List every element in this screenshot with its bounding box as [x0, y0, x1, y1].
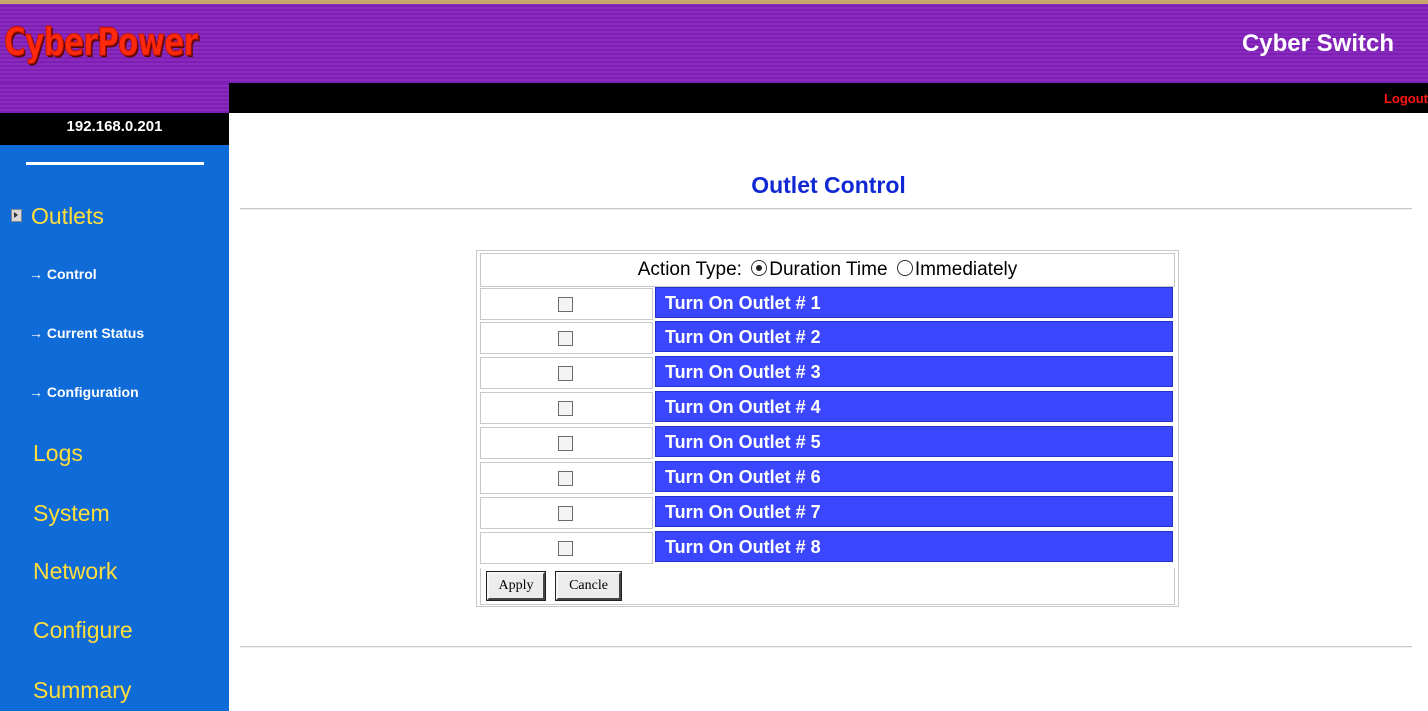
outlet-checkbox-cell: [480, 462, 653, 494]
active-item-arrow-icon: [11, 209, 22, 222]
outlet-1-checkbox[interactable]: [558, 297, 573, 312]
title-divider: [240, 208, 1412, 210]
page-title: Outlet Control: [751, 172, 906, 198]
top-header-bar: [0, 0, 1428, 83]
cancel-button[interactable]: Cancle: [555, 571, 622, 601]
outlet-checkbox-cell: [480, 497, 653, 529]
outlet-5-label: Turn On Outlet # 5: [655, 426, 1173, 457]
outlet-5-checkbox[interactable]: [558, 436, 573, 451]
outlet-7-checkbox[interactable]: [558, 506, 573, 521]
action-type-row: Action Type: Duration Time Immediately: [480, 253, 1175, 287]
sidebar-item-network[interactable]: Network: [33, 558, 117, 585]
outlet-2-label: Turn On Outlet # 2: [655, 321, 1173, 352]
outlet-4-checkbox[interactable]: [558, 401, 573, 416]
outlet-3-label: Turn On Outlet # 3: [655, 356, 1173, 387]
outlet-4-label: Turn On Outlet # 4: [655, 391, 1173, 422]
app-title: Cyber Switch: [1241, 30, 1394, 57]
outlet-checkbox-cell: [480, 427, 653, 459]
sidebar-item-logs[interactable]: Logs: [33, 440, 83, 467]
outlet-checkbox-cell: [480, 288, 653, 320]
immediately-label[interactable]: Immediately: [915, 259, 1017, 280]
top-black-bar: [229, 83, 1428, 113]
outlet-2-checkbox[interactable]: [558, 331, 573, 346]
outlet-checkbox-cell: [480, 357, 653, 389]
sidebar-divider: [26, 162, 204, 165]
apply-button[interactable]: Apply: [486, 571, 546, 601]
immediately-radio[interactable]: [896, 260, 913, 276]
sidebar-item-current-status[interactable]: → Current Status: [29, 325, 144, 341]
duration-time-radio[interactable]: [751, 260, 768, 276]
outlet-8-label: Turn On Outlet # 8: [655, 531, 1173, 562]
sidebar-header-strip: [0, 83, 229, 113]
outlet-6-label: Turn On Outlet # 6: [655, 461, 1173, 492]
outlet-3-checkbox[interactable]: [558, 366, 573, 381]
outlet-1-label: Turn On Outlet # 1: [655, 287, 1173, 318]
logout-link[interactable]: Logout: [1384, 91, 1428, 106]
device-ip-address: 192.168.0.201: [0, 113, 229, 145]
outlet-6-checkbox[interactable]: [558, 471, 573, 486]
outlet-checkbox-cell: [480, 532, 653, 564]
sidebar-item-configure[interactable]: Configure: [33, 617, 133, 644]
cyberpower-logo: CyberPower: [4, 20, 199, 65]
outlet-checkbox-cell: [480, 392, 653, 424]
sidebar-item-summary[interactable]: Summary: [33, 677, 131, 704]
sidebar-item-system[interactable]: System: [33, 500, 110, 527]
outlet-checkbox-cell: [480, 322, 653, 354]
bottom-divider: [240, 646, 1412, 648]
header-top-edge: [0, 0, 1428, 4]
sidebar-item-control[interactable]: → Control: [29, 266, 97, 282]
sidebar-item-outlets[interactable]: Outlets: [31, 203, 104, 230]
action-type-label: Action Type:: [637, 259, 742, 280]
outlet-8-checkbox[interactable]: [558, 541, 573, 556]
duration-time-label[interactable]: Duration Time: [769, 259, 887, 280]
outlet-7-label: Turn On Outlet # 7: [655, 496, 1173, 527]
sidebar-item-configuration[interactable]: → Configuration: [29, 384, 139, 400]
